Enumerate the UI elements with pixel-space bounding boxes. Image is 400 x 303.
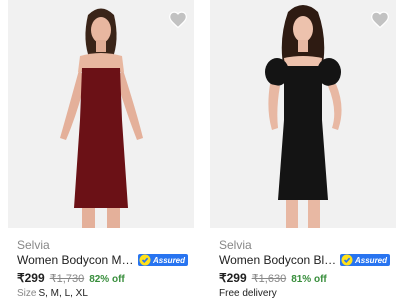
product-card[interactable]: Selvia Women Bodycon Maroon D... Assured… — [8, 0, 198, 303]
assured-label: Assured — [355, 255, 388, 265]
product-delivery: Free delivery — [219, 288, 277, 299]
dress-shape — [74, 68, 128, 208]
product-mrp: ₹1,730 — [49, 273, 85, 285]
product-discount: 81% off — [291, 274, 327, 285]
product-mrp: ₹1,630 — [251, 273, 287, 285]
wishlist-heart-icon[interactable] — [168, 10, 188, 30]
assured-shield-icon — [341, 254, 353, 266]
product-photo[interactable] — [8, 0, 194, 228]
assured-label: Assured — [153, 255, 186, 265]
wishlist-heart-icon[interactable] — [370, 10, 390, 30]
product-title[interactable]: Women Bodycon Maroon D... — [17, 253, 135, 267]
product-image[interactable] — [8, 0, 194, 228]
product-brand: Selvia — [219, 238, 252, 252]
product-card[interactable]: Selvia Women Bodycon Black Dre... Assure… — [210, 0, 400, 303]
product-grid: Selvia Women Bodycon Maroon D... Assured… — [0, 0, 400, 303]
dress-shape — [278, 66, 328, 200]
product-discount: 82% off — [89, 274, 125, 285]
product-sizes: Size S, M, L, XL — [17, 288, 88, 299]
product-brand: Selvia — [17, 238, 50, 252]
assured-badge: Assured — [340, 254, 391, 266]
size-values: S, M, L, XL — [38, 288, 88, 299]
assured-shield-icon — [139, 254, 151, 266]
product-title[interactable]: Women Bodycon Black Dre... — [219, 253, 337, 267]
assured-badge: Assured — [138, 254, 189, 266]
product-photo[interactable] — [210, 0, 396, 228]
product-price: ₹299 — [17, 271, 45, 285]
product-image[interactable] — [210, 0, 396, 228]
size-label: Size — [17, 288, 37, 299]
product-price: ₹299 — [219, 271, 247, 285]
